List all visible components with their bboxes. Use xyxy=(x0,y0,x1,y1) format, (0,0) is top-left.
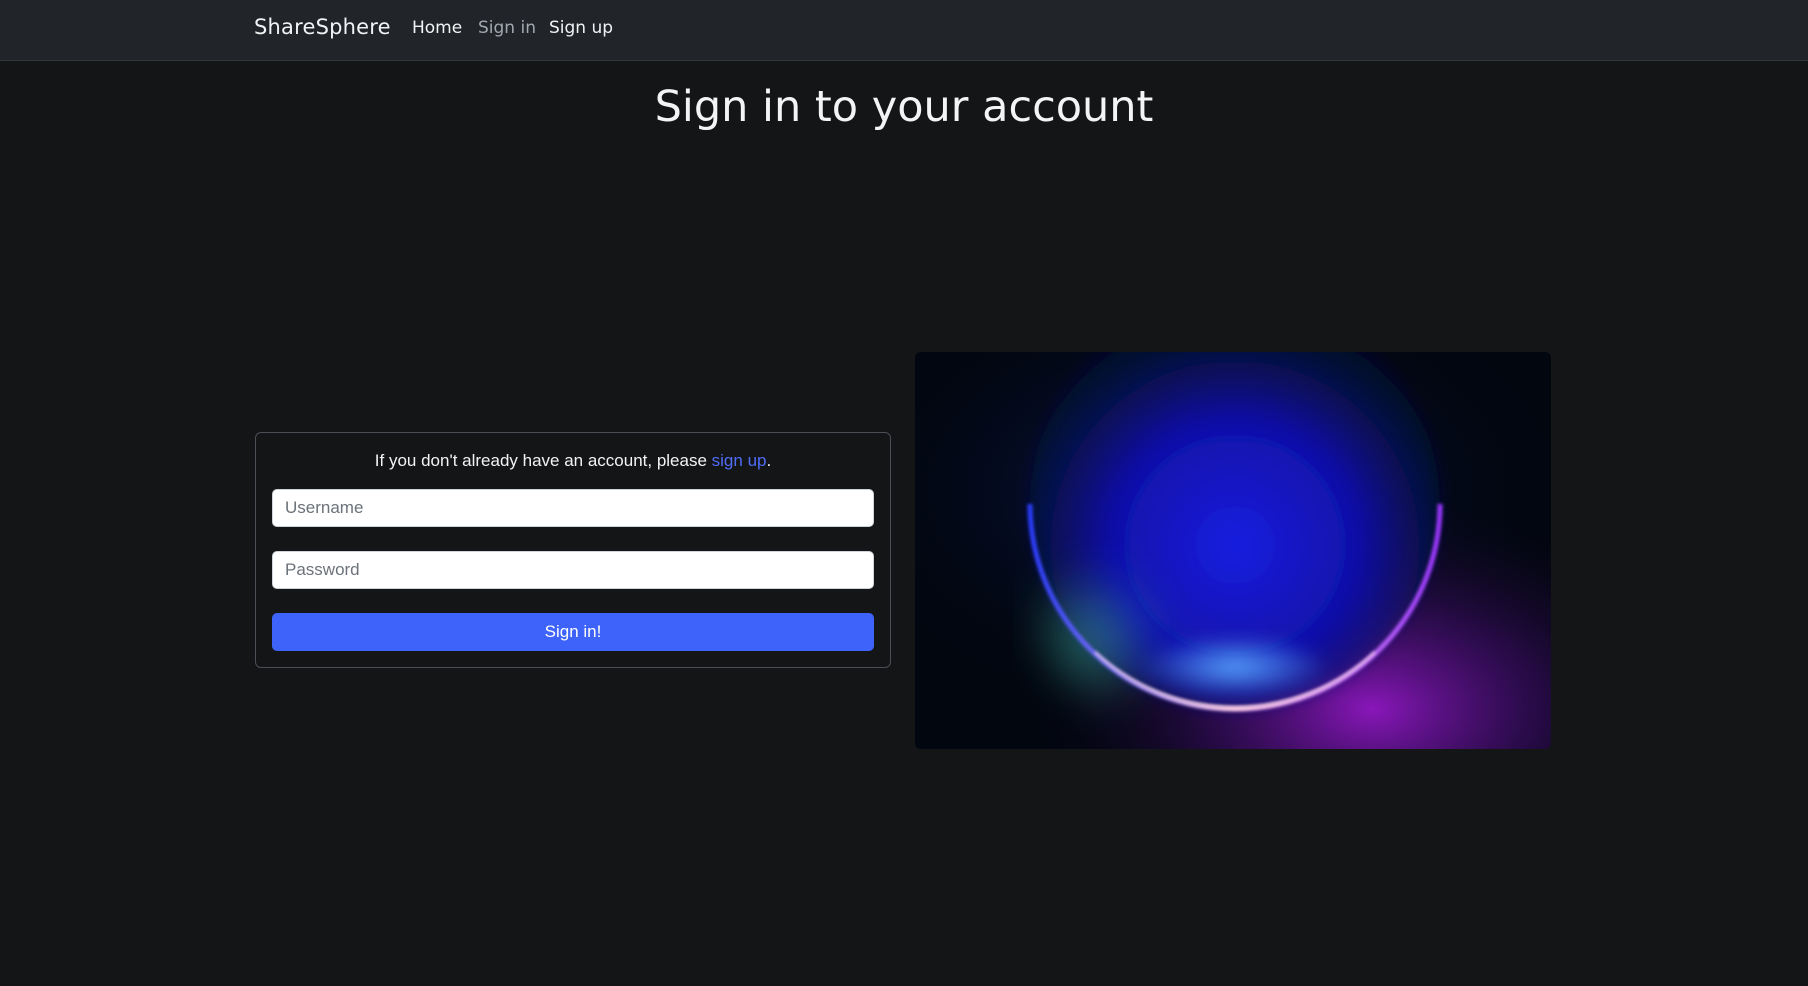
nav-signin-link[interactable]: Sign in xyxy=(478,18,536,38)
signup-prompt: If you don't already have an account, pl… xyxy=(256,451,890,471)
brand-logo-link[interactable]: ShareSphere xyxy=(254,15,391,39)
nav-home-link[interactable]: Home xyxy=(412,18,462,38)
glowing-sphere-illustration xyxy=(915,352,1551,749)
signup-prompt-suffix: . xyxy=(766,451,772,470)
top-navbar: ShareSphere Home Sign in Sign up xyxy=(0,0,1808,61)
password-input[interactable] xyxy=(272,551,874,589)
signin-submit-button[interactable]: Sign in! xyxy=(272,613,874,651)
username-input[interactable] xyxy=(272,489,874,527)
signup-prompt-prefix: If you don't already have an account, pl… xyxy=(374,451,712,470)
signup-link[interactable]: sign up xyxy=(712,451,767,470)
hero-image xyxy=(915,352,1551,749)
page-title: Sign in to your account xyxy=(654,82,1154,132)
signin-card: If you don't already have an account, pl… xyxy=(255,432,891,668)
nav-signup-link[interactable]: Sign up xyxy=(549,18,613,38)
